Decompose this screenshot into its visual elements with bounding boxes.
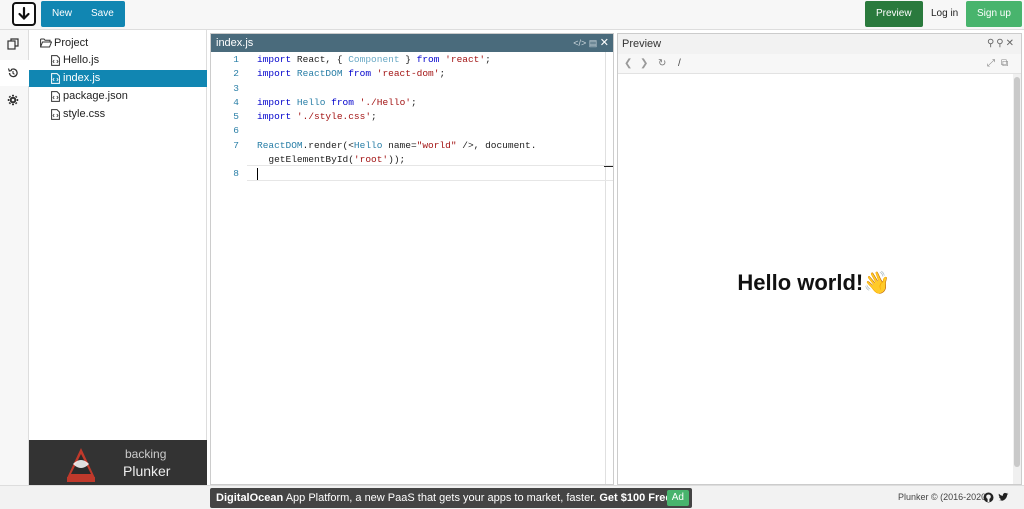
history-icon[interactable] bbox=[7, 67, 23, 83]
twitter-icon[interactable] bbox=[998, 492, 1009, 503]
new-button[interactable]: New bbox=[41, 1, 84, 27]
editor-scroll-marker bbox=[604, 166, 613, 167]
signup-button[interactable]: Sign up bbox=[966, 1, 1022, 27]
editor-filename: index.js bbox=[216, 37, 254, 49]
banner-brand: DigitalOcean bbox=[216, 492, 284, 504]
editor-vertical-ruler bbox=[605, 52, 606, 484]
sponsor-ad[interactable]: backing Plunker bbox=[29, 440, 207, 485]
file-code-icon bbox=[51, 109, 60, 120]
top-toolbar: New Save Preview Log in Sign up bbox=[0, 0, 1024, 30]
preview-button[interactable]: Preview bbox=[865, 1, 923, 27]
sponsor-logo-icon bbox=[59, 444, 103, 484]
close-icon[interactable]: ✕ bbox=[600, 37, 609, 49]
forward-icon[interactable]: ❯ bbox=[640, 58, 648, 69]
file-label: Hello.js bbox=[63, 54, 100, 66]
preview-hello-text: Hello world!👋 bbox=[737, 270, 891, 295]
file-label: package.json bbox=[63, 90, 128, 102]
plunker-logo-icon[interactable] bbox=[12, 2, 36, 26]
github-icon[interactable] bbox=[983, 492, 994, 503]
copyright-text: Plunker © (2016-2020) bbox=[898, 492, 990, 502]
files-icon[interactable] bbox=[7, 38, 23, 54]
code-icon[interactable]: </> bbox=[573, 38, 586, 48]
line-number: 7 bbox=[233, 140, 239, 151]
preview-header: Preview ⚲⚲✕ bbox=[618, 34, 1021, 54]
preview-content: Hello world!👋 bbox=[618, 74, 1013, 484]
preview-path[interactable]: / bbox=[678, 58, 681, 69]
line-number: 1 bbox=[233, 54, 239, 65]
sidebar-rail bbox=[0, 30, 29, 485]
code-line[interactable]: getElementById('root')); bbox=[257, 154, 405, 165]
line-number: 5 bbox=[233, 111, 239, 122]
banner-text: App Platform, a new PaaS that gets your … bbox=[283, 492, 600, 504]
code-line[interactable]: import ReactDOM from 'react-dom'; bbox=[257, 68, 445, 79]
line-number: 3 bbox=[233, 83, 239, 94]
line-number: 6 bbox=[233, 125, 239, 136]
preview-scrollbar[interactable] bbox=[1013, 74, 1021, 484]
fullscreen-icon[interactable]: ⤢ bbox=[987, 58, 995, 69]
line-number: 4 bbox=[233, 97, 239, 108]
line-number: 2 bbox=[233, 68, 239, 79]
editor-active-line bbox=[247, 165, 613, 181]
preview-pane: Preview ⚲⚲✕ ❮ ❯ ↻ / ⤢ ⧉ Hello world!👋 bbox=[617, 33, 1022, 485]
code-line[interactable]: import React, { Component } from 'react'… bbox=[257, 54, 491, 65]
line-number: 8 bbox=[233, 168, 239, 179]
save-button[interactable]: Save bbox=[80, 1, 125, 27]
file-label: index.js bbox=[63, 72, 101, 84]
zoom-out-icon[interactable]: ⚲ bbox=[987, 38, 996, 49]
preview-header-icons: ⚲⚲✕ bbox=[987, 34, 1016, 54]
close-icon[interactable]: ✕ bbox=[1006, 38, 1016, 49]
tree-file-style-css[interactable]: style.css bbox=[29, 106, 207, 123]
book-icon[interactable]: ▤ bbox=[589, 38, 598, 48]
ad-line-1: backing bbox=[125, 447, 167, 461]
login-button[interactable]: Log in bbox=[920, 1, 969, 27]
folder-open-icon bbox=[40, 38, 52, 48]
open-window-icon[interactable]: ⧉ bbox=[1001, 58, 1008, 69]
editor-header: index.js </> ▤ ✕ bbox=[211, 34, 613, 52]
file-code-icon bbox=[51, 73, 60, 84]
file-label: style.css bbox=[63, 108, 106, 120]
editor-header-icons: </> ▤ ✕ bbox=[573, 34, 609, 52]
project-label: Project bbox=[54, 37, 89, 49]
file-code-icon bbox=[51, 91, 60, 102]
code-line[interactable]: import Hello from './Hello'; bbox=[257, 97, 417, 108]
file-code-icon bbox=[51, 55, 60, 66]
ad-line-2: Plunker bbox=[123, 463, 171, 479]
file-tree: Project Hello.js index.js package.json s… bbox=[29, 30, 207, 440]
code-line[interactable]: ReactDOM.render(<Hello name="world" />, … bbox=[257, 140, 536, 151]
back-icon[interactable]: ❮ bbox=[624, 58, 632, 69]
code-editor: index.js </> ▤ ✕ 1 2 3 4 5 6 7 8 import … bbox=[210, 33, 614, 485]
tree-file-package-json[interactable]: package.json bbox=[29, 88, 207, 105]
text-caret bbox=[257, 168, 258, 180]
gear-icon[interactable] bbox=[7, 94, 23, 110]
zoom-in-icon[interactable]: ⚲ bbox=[996, 38, 1005, 49]
code-line[interactable]: import './style.css'; bbox=[257, 111, 377, 122]
tree-file-hello-js[interactable]: Hello.js bbox=[29, 52, 207, 69]
tree-file-index-js[interactable]: index.js bbox=[29, 70, 207, 87]
preview-title: Preview bbox=[622, 38, 662, 50]
tree-project-folder[interactable]: Project bbox=[29, 35, 207, 52]
ad-tag: Ad bbox=[666, 490, 689, 506]
scrollbar-thumb[interactable] bbox=[1014, 77, 1020, 467]
preview-nav-bar: ❮ ❯ ↻ / ⤢ ⧉ bbox=[618, 54, 1021, 74]
ad-banner[interactable]: DigitalOcean App Platform, a new PaaS th… bbox=[210, 488, 692, 508]
footer: DigitalOcean App Platform, a new PaaS th… bbox=[0, 485, 1024, 509]
refresh-icon[interactable]: ↻ bbox=[658, 58, 666, 69]
